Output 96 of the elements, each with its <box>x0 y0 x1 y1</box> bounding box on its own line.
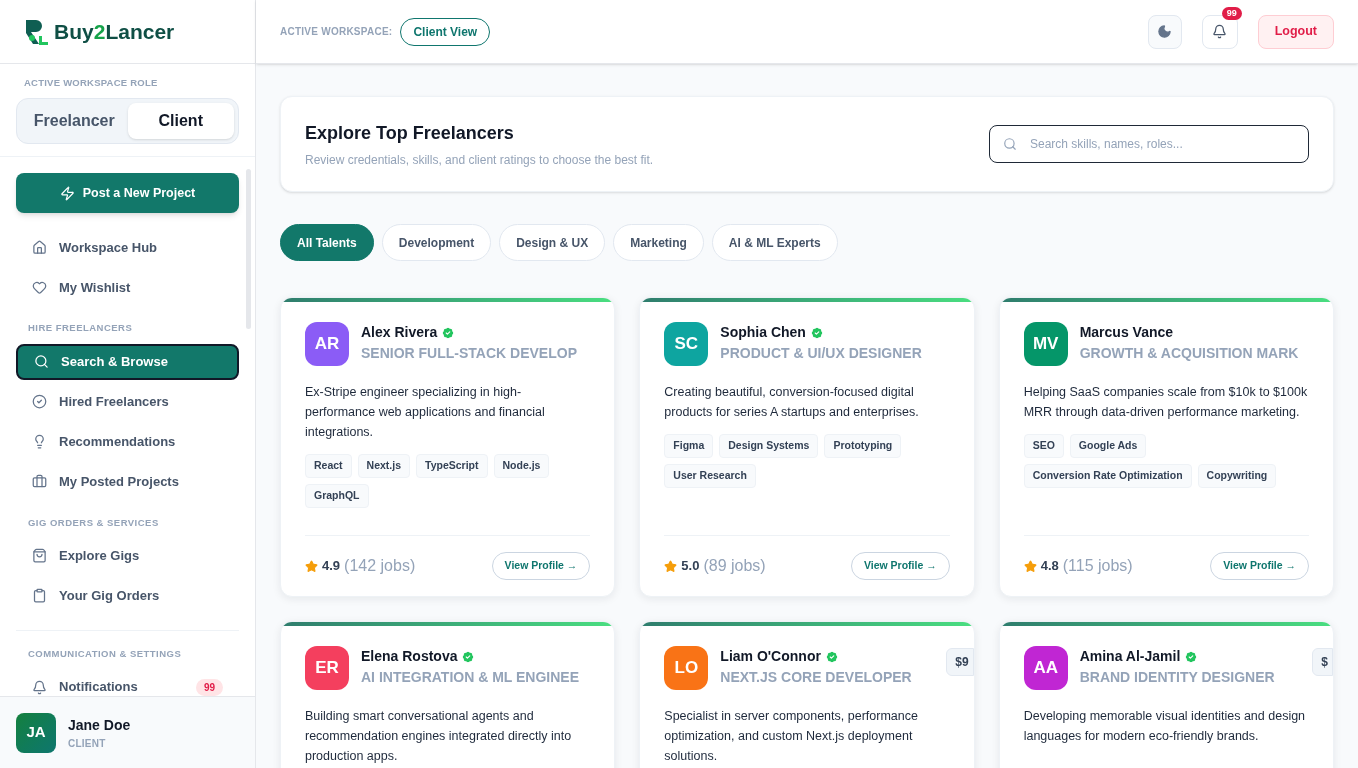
skill-tag: Google Ads <box>1069 434 1147 458</box>
avatar: ER <box>305 646 349 690</box>
nav-item[interactable]: Search & Browse <box>16 343 239 380</box>
freelancer-bio: Specialist in server components, performance optimization, and custom Next.js deployment solutions. <box>664 708 919 765</box>
skill-tag: Node.js <box>493 454 550 478</box>
avatar: LO <box>664 646 709 690</box>
heart-icon <box>32 279 47 295</box>
nav-item[interactable]: Your Gig Orders <box>16 577 239 614</box>
skill-tag: Conversion Rate Optimization <box>1023 463 1192 488</box>
freelancer-bio: Developing memorable visual identities and design languages for modern eco-friendly brands. <box>1023 708 1307 745</box>
filter-tab[interactable]: AI & ML Experts <box>711 224 838 261</box>
home-icon <box>32 239 47 255</box>
notification-badge: 99 <box>1221 6 1242 20</box>
check-circle-icon <box>32 394 47 409</box>
job-count: (89 jobs) <box>703 556 766 576</box>
rating-value: 5.0 <box>681 557 700 576</box>
nav-item[interactable]: Workspace Hub <box>16 229 239 266</box>
skill-tag: Copywriting <box>1197 463 1277 488</box>
freelancer-title: PRODUCT & UI/UX DESIGNER <box>720 344 923 363</box>
price-badge: $9 <box>946 648 974 676</box>
page-title: Explore Top Freelancers <box>305 121 515 145</box>
filter-tab[interactable]: All Talents <box>280 224 374 261</box>
lightbulb-icon <box>32 434 47 449</box>
job-count: (142 jobs) <box>344 556 416 576</box>
section-label: GIG ORDERS & SERVICES <box>27 515 160 530</box>
user-avatar: JA <box>16 712 56 753</box>
role-tab[interactable]: Client <box>127 103 234 140</box>
freelancer-name: Amina Al-Jamil <box>1079 647 1181 666</box>
nav-item[interactable]: Recommendations <box>16 423 239 460</box>
theme-toggle-button[interactable] <box>1147 14 1182 49</box>
nav-item[interactable]: Explore Gigs <box>16 537 239 574</box>
skill-tag: Figma <box>664 434 714 458</box>
user-role: CLIENT <box>68 736 107 751</box>
logout-button[interactable]: Logout <box>1257 14 1334 49</box>
search-icon <box>34 354 49 369</box>
brand-name: Buy2Lancer <box>54 18 175 45</box>
freelancer-title: GROWTH & ACQUISITION MARK <box>1079 344 1300 363</box>
nav-item[interactable]: Hired Freelancers <box>16 383 239 420</box>
search-field[interactable]: Search skills, names, roles... <box>989 125 1309 163</box>
star-icon <box>305 559 318 573</box>
skill-tag: GraphQL <box>305 483 369 508</box>
rating-value: 4.9 <box>322 557 341 576</box>
count-badge: 99 <box>195 678 223 696</box>
filter-tab[interactable]: Design & UX <box>499 224 606 261</box>
workspace-label: ACTIVE WORKSPACE: <box>280 25 393 39</box>
skill-tag: React <box>305 454 352 478</box>
freelancer-title: BRAND IDENTITY DESIGNER <box>1079 668 1276 687</box>
freelancer-name: Marcus Vance <box>1079 323 1174 342</box>
nav-item[interactable]: My Posted Projects <box>16 463 239 500</box>
filter-tab[interactable]: Development <box>381 224 492 261</box>
skill-tag: TypeScript <box>416 454 488 478</box>
job-count: (115 jobs) <box>1062 556 1133 576</box>
skill-tag: Next.js <box>357 454 411 478</box>
avatar: AA <box>1023 646 1068 690</box>
section-label: HIRE FREELANCERS <box>27 321 134 336</box>
freelancer-bio: Helping SaaS companies scale from $10k to $100k MRR through data-driven performance marketing. <box>1023 384 1309 421</box>
bag-icon <box>32 548 47 564</box>
avatar: MV <box>1023 322 1068 366</box>
freelancer-name: Liam O'Connor <box>720 647 821 666</box>
filter-tab[interactable]: Marketing <box>613 224 704 261</box>
notifications-button[interactable] <box>1201 14 1238 49</box>
skill-tag: SEO <box>1023 434 1064 458</box>
rating-value: 4.8 <box>1040 557 1059 576</box>
moon-icon <box>1157 24 1173 39</box>
freelancer-name: Elena Rostova <box>361 647 458 666</box>
star-icon <box>1023 559 1037 573</box>
nav-item[interactable]: Notifications 99 <box>16 669 239 696</box>
freelancer-title: NEXT.JS CORE DEVELOPER <box>720 668 913 687</box>
skill-tag: User Research <box>664 463 756 488</box>
freelancer-bio: Ex-Stripe engineer specializing in high-performance web applications and financial integrations. <box>305 384 546 441</box>
freelancer-title: AI INTEGRATION & ML ENGINEE <box>361 668 581 687</box>
freelancer-name: Sophia Chen <box>720 323 806 342</box>
freelancer-bio: Building smart conversational agents and recommendation engines integrated directly into production apps. <box>305 708 573 765</box>
page-subtitle: Review credentials, skills, and client ratings to choose the best fit. <box>305 151 654 169</box>
bell-icon <box>1212 24 1228 39</box>
post-project-button[interactable]: Post a New Project <box>16 173 239 214</box>
freelancer-name: Alex Rivera <box>361 323 438 342</box>
freelancer-title: SENIOR FULL-STACK DEVELOP <box>361 344 578 363</box>
skill-tag: Prototyping <box>824 434 902 458</box>
price-badge: $ <box>1312 648 1333 676</box>
role-tab[interactable]: Freelancer <box>21 103 128 140</box>
section-label: ACTIVE WORKSPACE ROLE <box>23 76 159 90</box>
skill-tag: Design Systems <box>719 434 819 458</box>
briefcase-icon <box>32 474 47 489</box>
lightning-icon <box>59 185 75 201</box>
section-label: COMMUNICATION & SETTINGS <box>27 646 183 661</box>
logo-icon <box>24 17 50 46</box>
bell-icon <box>32 679 47 695</box>
clipboard-icon <box>32 588 47 604</box>
avatar: SC <box>664 322 709 366</box>
user-name: Jane Doe <box>68 715 131 735</box>
search-icon <box>1003 137 1017 151</box>
star-icon <box>664 559 678 573</box>
nav-item[interactable]: My Wishlist <box>16 269 239 306</box>
avatar: AR <box>305 322 349 366</box>
freelancer-bio: Creating beautiful, conversion-focused digital products for series A startups and enterprises. <box>664 384 920 421</box>
